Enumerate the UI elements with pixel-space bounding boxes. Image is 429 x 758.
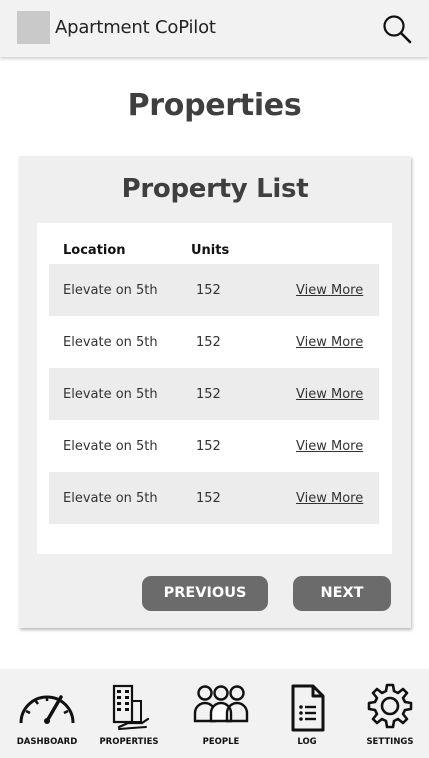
- table-row: Elevate on 5th 152 View More: [49, 264, 379, 316]
- view-more-link[interactable]: View More: [296, 335, 363, 350]
- document-list-icon: [291, 684, 325, 732]
- app-logo: [17, 11, 50, 44]
- cell-units: 152: [196, 439, 221, 454]
- property-list-card: Property List Location Units Elevate on …: [19, 156, 411, 628]
- view-more-link[interactable]: View More: [296, 387, 363, 402]
- nav-item-properties[interactable]: PROPERTIES: [86, 669, 172, 758]
- property-table: Location Units Elevate on 5th 152 View M…: [37, 223, 392, 554]
- column-header-units: Units: [191, 243, 230, 258]
- nav-item-people[interactable]: PEOPLE: [178, 669, 264, 758]
- previous-button[interactable]: PREVIOUS: [142, 576, 268, 611]
- gear-icon: [367, 683, 413, 729]
- cell-units: 152: [196, 491, 221, 506]
- nav-label: PEOPLE: [202, 737, 240, 747]
- nav-label: SETTINGS: [366, 737, 414, 747]
- nav-item-log[interactable]: LOG: [264, 669, 350, 758]
- table-row: Elevate on 5th 152 View More: [49, 472, 379, 524]
- cell-units: 152: [196, 335, 221, 350]
- table-row: Elevate on 5th 152 View More: [49, 420, 379, 472]
- card-title: Property List: [121, 174, 309, 204]
- cell-units: 152: [196, 387, 221, 402]
- app-title: Apartment CoPilot: [55, 17, 216, 38]
- cell-location: Elevate on 5th: [63, 283, 158, 298]
- cell-location: Elevate on 5th: [63, 387, 158, 402]
- people-icon: [193, 685, 249, 723]
- view-more-link[interactable]: View More: [296, 439, 363, 454]
- app-header: Apartment CoPilot: [0, 0, 429, 57]
- bottom-nav: DASHBOARD PROPERTIES PEOPLE LOG SETTINGS: [0, 669, 429, 758]
- cell-location: Elevate on 5th: [63, 439, 158, 454]
- nav-label: DASHBOARD: [16, 737, 78, 747]
- next-button[interactable]: NEXT: [293, 576, 391, 611]
- search-icon[interactable]: [381, 14, 413, 44]
- cell-location: Elevate on 5th: [63, 335, 158, 350]
- nav-item-settings[interactable]: SETTINGS: [347, 669, 429, 758]
- nav-item-dashboard[interactable]: DASHBOARD: [4, 669, 90, 758]
- cell-location: Elevate on 5th: [63, 491, 158, 506]
- nav-label: PROPERTIES: [99, 737, 159, 747]
- table-row: Elevate on 5th 152 View More: [49, 368, 379, 420]
- building-icon: [112, 684, 150, 730]
- page-title: Properties: [127, 88, 302, 123]
- cell-units: 152: [196, 283, 221, 298]
- view-more-link[interactable]: View More: [296, 491, 363, 506]
- nav-label: LOG: [297, 737, 317, 747]
- view-more-link[interactable]: View More: [296, 283, 363, 298]
- table-row: Elevate on 5th 152 View More: [49, 316, 379, 368]
- speedometer-icon: [19, 695, 75, 724]
- column-header-location: Location: [63, 243, 126, 258]
